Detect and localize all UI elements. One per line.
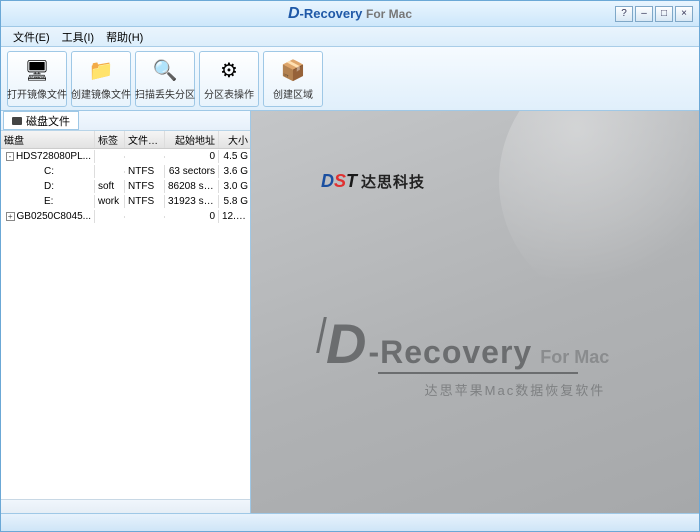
cell-fs: NTFS [125,165,165,178]
left-tab-header: 磁盘文件 [1,111,250,131]
table-row[interactable]: E: workNTFS31923 sect5.8 G [1,194,250,209]
table-row[interactable]: D: softNTFS86208 sect3.0 G [1,179,250,194]
disk-name-cell: +GB0250C8045... [1,210,95,223]
tree-toggle[interactable]: - [6,152,14,161]
cell-size: 3.6 G [219,165,250,178]
scan-lost-label: 扫描丢失分区 [135,86,195,101]
cell-start: 0 [165,210,219,223]
cell-tag [95,171,125,173]
disk-name: D: [44,181,54,192]
disk-icon [12,117,22,125]
scan-lost-icon: 🔍 [149,56,181,84]
product-logo: D -Recovery For Mac 达思苹果Mac数据恢复软件 [326,311,609,399]
left-pane: 磁盘文件 磁盘 标签 文件类型 起始地址 大小 -HDS728080PL... 0… [1,111,251,513]
title-name: -Recovery [300,6,363,21]
grid-header: 磁盘 标签 文件类型 起始地址 大小 [1,131,250,149]
scan-lost-button[interactable]: 🔍 扫描丢失分区 [135,51,195,107]
disk-name: GB0250C8045... [17,211,92,222]
product-subtitle: 达思苹果Mac数据恢复软件 [326,380,605,399]
cell-start: 0 [165,150,219,163]
cell-tag [95,156,125,158]
menu-tools[interactable]: 工具(I) [56,29,100,45]
cell-tag [95,216,125,218]
disk-name: C: [44,166,54,177]
cell-size: 3.0 G [219,180,250,193]
create-region-label: 创建区域 [273,86,313,101]
disk-name-cell: -HDS728080PL... [1,150,95,163]
statusbar [1,513,699,531]
col-start[interactable]: 起始地址 [165,131,219,148]
create-region-button[interactable]: 📦 创建区域 [263,51,323,107]
title-brand-d: D [288,5,300,22]
app-window: D-Recovery For Mac ? – □ × 文件(E) 工具(I) 帮… [0,0,700,532]
create-image-label: 创建镜像文件 [71,86,131,101]
left-pane-footer [1,499,250,513]
app-title: D-Recovery For Mac [1,5,699,23]
maximize-button[interactable]: □ [655,6,673,22]
menu-file[interactable]: 文件(E) [7,29,56,45]
cell-fs: NTFS [125,195,165,208]
cell-tag: soft [95,180,125,193]
cell-size: 12.9 G [219,210,250,223]
product-formac: For Mac [540,347,609,368]
brand-cn: 达思科技 [361,171,425,192]
brand-logo: DST 达思科技 [321,171,425,192]
toolbar: 🖥 打开镜像文件 📁 创建镜像文件 🔍 扫描丢失分区 ⚙ 分区表操作 📦 创建区域 [1,47,699,111]
table-row[interactable]: -HDS728080PL... 04.5 G [1,149,250,164]
dst-d: D [321,171,334,191]
product-recovery: -Recovery [368,334,532,371]
titlebar: D-Recovery For Mac ? – □ × [1,1,699,27]
disk-name-cell: C: [1,165,95,178]
dst-t: T [346,171,357,191]
col-size[interactable]: 大小 [219,131,251,148]
dst-logo: DST [321,171,357,192]
cell-size: 5.8 G [219,195,250,208]
close-button[interactable]: × [675,6,693,22]
open-image-button[interactable]: 🖥 打开镜像文件 [7,51,67,107]
cell-fs [125,156,165,158]
body: 磁盘文件 磁盘 标签 文件类型 起始地址 大小 -HDS728080PL... 0… [1,111,699,513]
cell-start: 86208 sect [165,180,219,193]
tab-label: 磁盘文件 [26,113,70,129]
right-pane: DST 达思科技 D -Recovery For Mac 达思苹果Mac数据恢复… [251,111,699,513]
create-image-button[interactable]: 📁 创建镜像文件 [71,51,131,107]
menu-help[interactable]: 帮助(H) [100,29,149,45]
cell-tag: work [95,195,125,208]
disk-name: E: [44,196,53,207]
minimize-button[interactable]: – [635,6,653,22]
open-image-label: 打开镜像文件 [7,86,67,101]
col-disk[interactable]: 磁盘 [1,131,95,148]
table-row[interactable]: +GB0250C8045... 012.9 G [1,209,250,224]
background-swirl [499,111,699,311]
product-big-d: D [326,311,366,376]
grid-body[interactable]: -HDS728080PL...04.5 GC:NTFS63 sectors3.6… [1,149,250,499]
open-image-icon: 🖥 [21,56,53,84]
col-tag[interactable]: 标签 [95,131,125,148]
disk-name-cell: D: [1,180,95,193]
cell-fs [125,216,165,218]
cell-start: 31923 sect [165,195,219,208]
title-suffix: For Mac [366,7,412,21]
help-button[interactable]: ? [615,6,633,22]
create-region-icon: 📦 [277,56,309,84]
dst-s: S [334,171,346,191]
product-underline [378,372,578,374]
table-row[interactable]: C: NTFS63 sectors3.6 G [1,164,250,179]
cell-fs: NTFS [125,180,165,193]
window-controls: ? – □ × [615,6,699,22]
col-fs[interactable]: 文件类型 [125,131,165,148]
cell-start: 63 sectors [165,165,219,178]
partition-ops-button[interactable]: ⚙ 分区表操作 [199,51,259,107]
disk-name-cell: E: [1,195,95,208]
create-image-icon: 📁 [85,56,117,84]
menubar: 文件(E) 工具(I) 帮助(H) [1,27,699,47]
tree-toggle[interactable]: + [6,212,15,221]
cell-size: 4.5 G [219,150,250,163]
partition-ops-icon: ⚙ [213,56,245,84]
disk-name: HDS728080PL... [16,151,91,162]
tab-disk-files[interactable]: 磁盘文件 [3,111,79,130]
partition-ops-label: 分区表操作 [204,86,254,101]
